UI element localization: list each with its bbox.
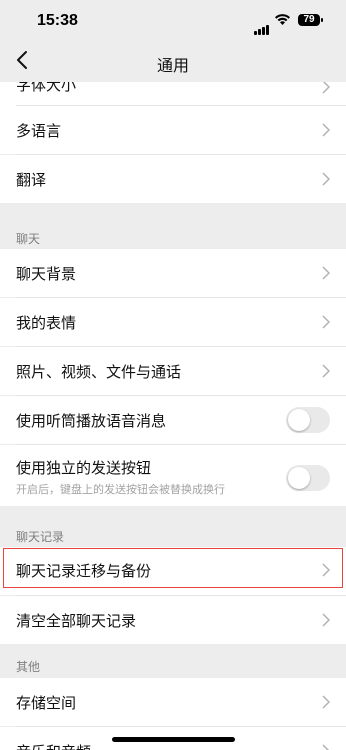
- status-bar: 15:38 79: [0, 0, 346, 40]
- nav-bar: 通用: [0, 40, 346, 82]
- row-send-button-description: 开启后，键盘上的发送按钮会被替换成换行: [16, 483, 225, 496]
- page-title: 通用: [156, 56, 189, 75]
- row-media-files[interactable]: 照片、视频、文件与通话: [0, 347, 346, 395]
- chevron-right-icon: [322, 563, 330, 577]
- row-send-button: 使用独立的发送按钮 开启后，键盘上的发送按钮会被替换成换行: [0, 445, 346, 506]
- row-media-files-label: 照片、视频、文件与通话: [16, 363, 182, 381]
- row-migrate-backup[interactable]: 聊天记录迁移与备份: [0, 547, 346, 595]
- row-language[interactable]: 多语言: [0, 106, 346, 154]
- row-storage[interactable]: 存储空间: [0, 678, 346, 726]
- row-font-size-label: 字体大小: [16, 82, 77, 94]
- chevron-right-icon: [322, 613, 330, 627]
- home-indicator[interactable]: [112, 737, 235, 742]
- chevron-right-icon: [322, 123, 330, 137]
- send-button-toggle[interactable]: [286, 465, 330, 491]
- section-header-chat: 聊天: [16, 232, 41, 246]
- chevron-right-icon: [322, 744, 330, 750]
- earpiece-voice-toggle[interactable]: [286, 407, 330, 433]
- row-earpiece-voice: 使用听筒播放语音消息: [0, 396, 346, 444]
- status-time: 15:38: [37, 12, 78, 29]
- wifi-icon: [275, 14, 290, 25]
- toggle-knob: [288, 467, 310, 489]
- battery-icon: 79: [298, 14, 323, 26]
- section-header-other: 其他: [16, 660, 41, 674]
- row-chat-background[interactable]: 聊天背景: [0, 249, 346, 297]
- cellular-signal-icon: [254, 16, 270, 35]
- row-storage-label: 存储空间: [16, 694, 77, 712]
- settings-list[interactable]: 字体大小 多语言 翻译 聊天 聊天背景 我的表情 照片、视频、文件与通话 使用听…: [0, 82, 346, 750]
- row-send-button-label: 使用独立的发送按钮: [16, 459, 152, 477]
- row-clear-history-label: 清空全部聊天记录: [16, 612, 137, 630]
- toggle-knob: [288, 409, 310, 431]
- section-header-chat-history: 聊天记录: [16, 530, 65, 544]
- row-my-stickers-label: 我的表情: [16, 314, 77, 332]
- chevron-right-icon: [322, 695, 330, 709]
- row-clear-history[interactable]: 清空全部聊天记录: [0, 596, 346, 644]
- chevron-right-icon: [322, 266, 330, 280]
- chevron-right-icon: [322, 364, 330, 378]
- row-music-audio-label: 音乐和音频: [16, 741, 91, 750]
- chevron-right-icon: [322, 172, 330, 186]
- row-language-label: 多语言: [16, 122, 62, 140]
- row-chat-background-label: 聊天背景: [16, 265, 77, 283]
- row-translate[interactable]: 翻译: [0, 155, 346, 203]
- row-font-size[interactable]: 字体大小: [0, 82, 346, 106]
- row-my-stickers[interactable]: 我的表情: [0, 298, 346, 346]
- row-earpiece-voice-label: 使用听筒播放语音消息: [16, 412, 167, 430]
- chevron-right-icon: [322, 315, 330, 329]
- chevron-right-icon: [322, 82, 330, 94]
- row-translate-label: 翻译: [16, 171, 47, 189]
- row-migrate-backup-label: 聊天记录迁移与备份: [16, 562, 152, 580]
